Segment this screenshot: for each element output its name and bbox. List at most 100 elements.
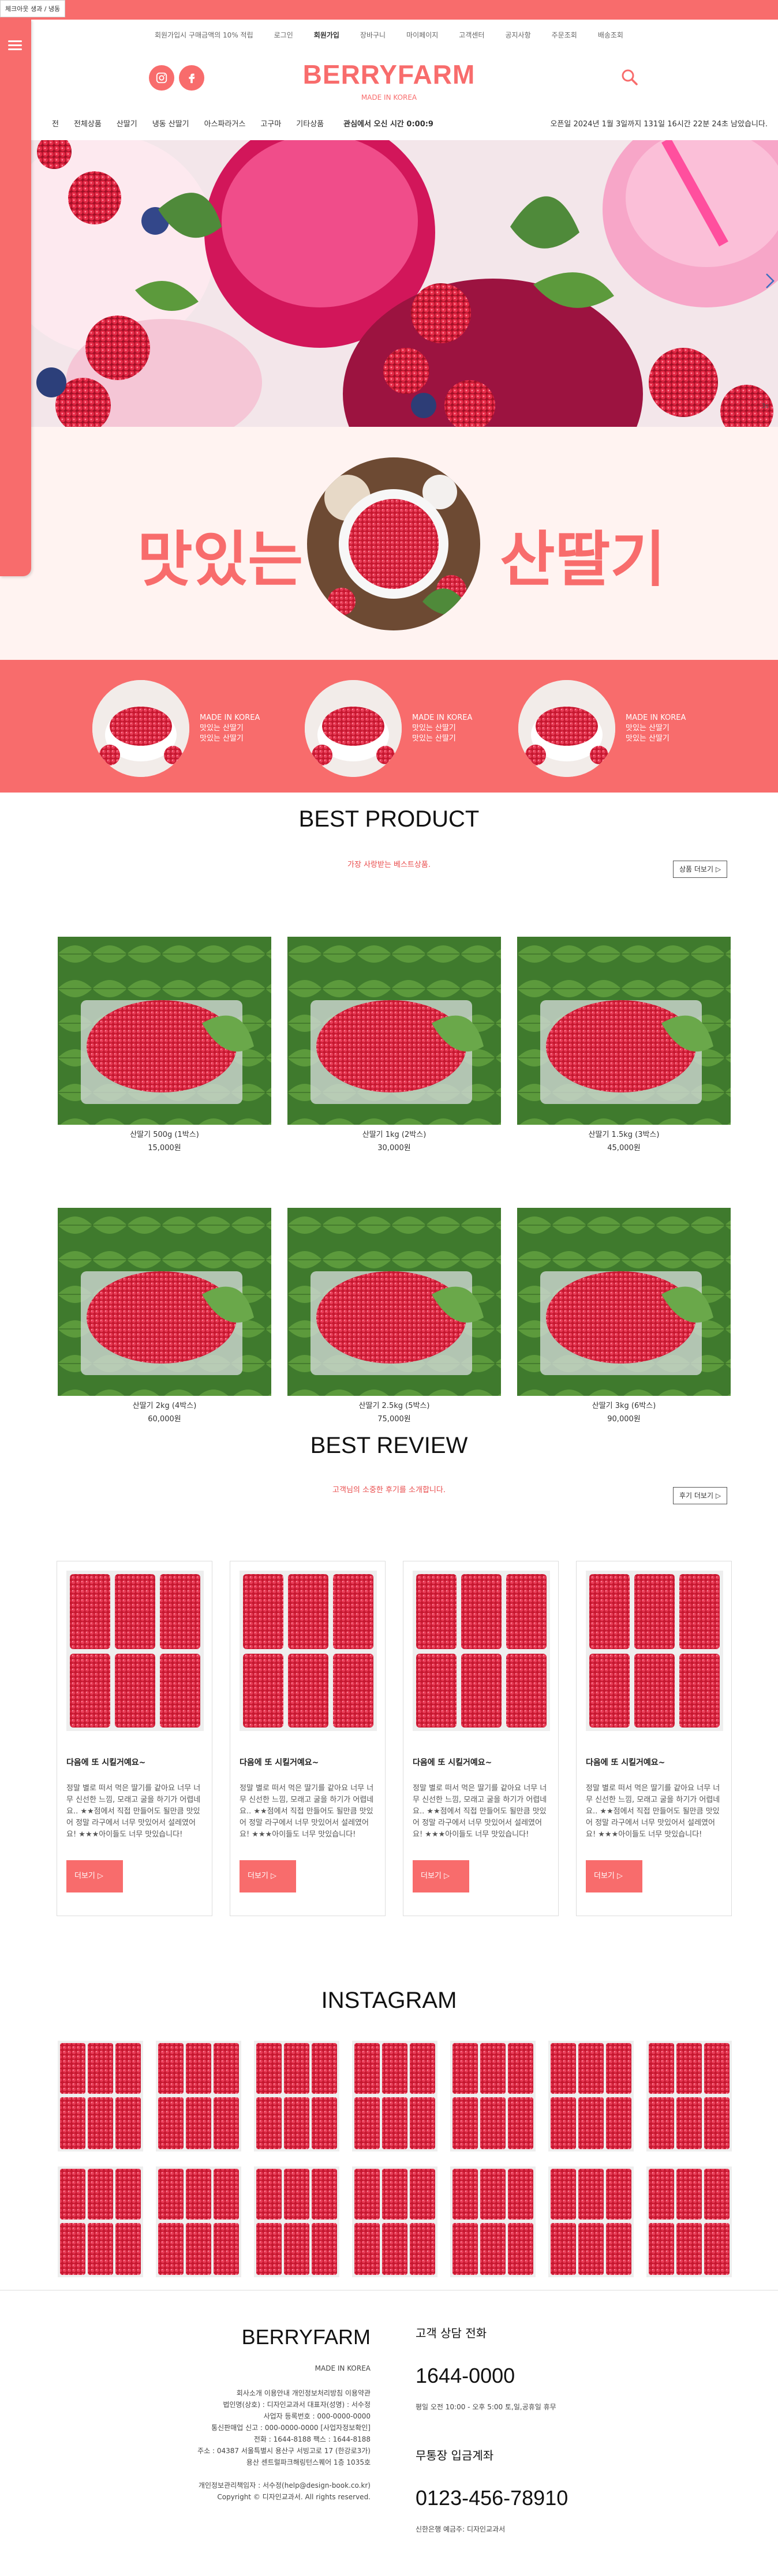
nav-item-raspberry[interactable]: 산딸기 [117, 118, 137, 129]
instagram-thumbnail[interactable] [352, 2041, 437, 2151]
review-more-button[interactable]: 더보기 ▷ [413, 1860, 469, 1892]
review-body: 정말 별로 떠서 먹은 딸기를 같아요 너무 너무 신선한 느낌, 모래고 굴을… [413, 1784, 547, 1839]
instagram-grid [58, 2041, 732, 2283]
product-card[interactable]: 산딸기 1kg (2박스) 30,000원 [287, 937, 501, 1152]
util-cs[interactable]: 고객센터 [459, 30, 484, 40]
instagram-thumbnail[interactable] [352, 2166, 437, 2277]
product-image[interactable] [517, 937, 731, 1125]
instagram-thumbnail[interactable] [646, 2041, 732, 2151]
product-name[interactable]: 산딸기 1kg (2박스) [287, 1128, 501, 1139]
review-more-button[interactable]: 더보기 ▷ [586, 1860, 642, 1892]
product-image[interactable] [517, 1208, 731, 1396]
instagram-thumbnail[interactable] [254, 2041, 339, 2151]
review-card[interactable]: 다음에 또 시킬거예요~ 정말 별로 떠서 먹은 딸기를 같아요 너무 너무 신… [576, 1561, 732, 1916]
util-notice[interactable]: 공지사항 [505, 30, 530, 40]
instagram-thumbnail[interactable] [548, 2166, 634, 2277]
best-review-subtitle: 고객님의 소중한 후기를 소개합니다. [332, 1486, 446, 1494]
bank-account: 0123-456-78910 [416, 2486, 568, 2510]
search-icon[interactable] [620, 68, 639, 87]
logo-tagline: MADE IN KOREA [361, 93, 417, 102]
review-image[interactable] [413, 1571, 550, 1731]
instagram-thumbnail[interactable] [646, 2166, 732, 2277]
review-image[interactable] [66, 1571, 204, 1731]
product-image[interactable] [287, 1208, 501, 1396]
product-card[interactable]: 산딸기 500g (1박스) 15,000원 [58, 937, 271, 1152]
product-image[interactable] [287, 937, 501, 1125]
product-card[interactable]: 산딸기 1.5kg (3박스) 45,000원 [517, 937, 731, 1152]
review-image[interactable] [240, 1571, 377, 1731]
nav-item-etc[interactable]: 기타상품 [296, 118, 324, 129]
util-cart[interactable]: 장바구니 [360, 30, 386, 40]
instagram-thumbnail[interactable] [450, 2041, 536, 2151]
product-price: 75,000원 [377, 1415, 411, 1424]
hamburger-icon[interactable] [8, 40, 22, 51]
instagram-thumbnail[interactable] [58, 2041, 143, 2151]
util-join[interactable]: 회원가입 [314, 30, 339, 40]
instagram-thumbnail[interactable] [156, 2166, 241, 2277]
hero-next-arrow-icon[interactable] [765, 273, 775, 289]
visit-timer: 관심에서 오신 시간 0:00:9 [343, 119, 433, 129]
review-card[interactable]: 다음에 또 시킬거예요~ 정말 별로 떠서 먹은 딸기를 같아요 너무 너무 신… [57, 1561, 212, 1916]
instagram-thumbnail[interactable] [450, 2166, 536, 2277]
nav-item-frozen-raspberry[interactable]: 냉동 산딸기 [152, 118, 189, 129]
util-order[interactable]: 주문조회 [552, 30, 577, 40]
promo-banner: 맛있는 산딸기 [0, 427, 778, 660]
product-card[interactable]: 산딸기 3kg (6박스) 90,000원 [517, 1208, 731, 1424]
product-price: 90,000원 [607, 1415, 641, 1424]
product-price: 45,000원 [607, 1144, 641, 1152]
banner-word-left: 맛있는 [137, 524, 304, 595]
footer-info-line: 용산 센트럴파크해링턴스퀘어 1층 1035호 [246, 2458, 371, 2466]
side-menu-tab[interactable] [0, 20, 31, 576]
review-more-button[interactable]: 더보기 ▷ [66, 1860, 123, 1892]
product-name[interactable]: 산딸기 1.5kg (3박스) [517, 1128, 731, 1139]
nav-item-sweet-potato[interactable]: 고구마 [260, 118, 281, 129]
review-body: 정말 별로 떠서 먹은 딸기를 같아요 너무 너무 신선한 느낌, 모래고 굴을… [240, 1784, 374, 1839]
review-heading: 다음에 또 시킬거예요~ [66, 1758, 146, 1767]
logo-text[interactable]: BERRYFARM [0, 59, 778, 90]
feature-line-2: 맛있는 산딸기 [412, 724, 456, 733]
footer-made: MADE IN KOREA [315, 2364, 371, 2372]
top-stripe [0, 0, 778, 20]
instagram-thumbnail[interactable] [156, 2041, 241, 2151]
nav-item-asparagus[interactable]: 아스파라거스 [204, 118, 246, 129]
instagram-thumbnail[interactable] [548, 2041, 634, 2151]
util-login[interactable]: 로그인 [274, 30, 293, 40]
review-card[interactable]: 다음에 또 시킬거예요~ 정말 별로 떠서 먹은 딸기를 같아요 너무 너무 신… [403, 1561, 559, 1916]
instagram-thumbnail[interactable] [254, 2166, 339, 2277]
site-logo[interactable]: BERRYFARM MADE IN KOREA [0, 59, 778, 102]
hero-counter: 3s [761, 402, 769, 410]
product-image[interactable] [58, 1208, 271, 1396]
more-products-button[interactable]: 상품 더보기 ▷ [673, 861, 728, 878]
footer-info-line[interactable]: 회사소개 이용안내 개인정보처리방침 이용약관 [197, 2387, 371, 2399]
review-more-button[interactable]: 더보기 ▷ [240, 1860, 296, 1892]
product-name[interactable]: 산딸기 3kg (6박스) [517, 1399, 731, 1410]
product-card[interactable]: 산딸기 2kg (4박스) 60,000원 [58, 1208, 271, 1424]
product-name[interactable]: 산딸기 2kg (4박스) [58, 1399, 271, 1410]
instagram-thumbnail[interactable] [58, 2166, 143, 2277]
util-mypage[interactable]: 마이페이지 [406, 30, 438, 40]
feature-line-2: 맛있는 산딸기 [626, 724, 669, 733]
footer-company-info: 회사소개 이용안내 개인정보처리방침 이용약관 법인명(상호) : 디자인교과서… [197, 2387, 371, 2503]
footer-logo[interactable]: BERRYFARM [197, 2325, 371, 2349]
bank-owner: 신한은행 예금주: 디자인교과서 [416, 2525, 506, 2533]
product-name[interactable]: 산딸기 2.5kg (5박스) [287, 1399, 501, 1410]
footer: BERRYFARM MADE IN KOREA 회사소개 이용안내 개인정보처리… [0, 2290, 778, 2576]
footer-info-line: 통신판매업 신고 : 000-0000-0000 [사업자정보확인] [211, 2424, 371, 2432]
util-delivery[interactable]: 배송조회 [598, 30, 623, 40]
utility-bar: 회원가입시 구매금액의 10% 적립 로그인 회원가입 장바구니 마이페이지 고… [0, 23, 778, 46]
feature-line-1: MADE IN KOREA [412, 714, 473, 722]
hero-slider[interactable]: 3s [31, 140, 778, 427]
product-card[interactable]: 산딸기 2.5kg (5박스) 75,000원 [287, 1208, 501, 1424]
review-heading: 다음에 또 시킬거예요~ [413, 1758, 492, 1767]
nav-item-all[interactable]: 전체상품 [74, 118, 102, 129]
feature-item: MADE IN KOREA 맛있는 산딸기 맛있는 산딸기 [92, 680, 260, 777]
product-image[interactable] [58, 937, 271, 1125]
nav-item-home[interactable]: 전 [52, 118, 59, 129]
cs-hours: 평일 오전 10:00 - 오후 5:00 토,일,공휴일 휴무 [416, 2403, 556, 2411]
product-price: 15,000원 [148, 1144, 181, 1152]
product-name[interactable]: 산딸기 500g (1박스) [58, 1128, 271, 1139]
review-card[interactable]: 다음에 또 시킬거예요~ 정말 별로 떠서 먹은 딸기를 같아요 너무 너무 신… [230, 1561, 386, 1916]
review-image[interactable] [586, 1571, 723, 1731]
feature-item: MADE IN KOREA 맛있는 산딸기 맛있는 산딸기 [518, 680, 686, 777]
more-reviews-button[interactable]: 후기 더보기 ▷ [673, 1487, 728, 1504]
